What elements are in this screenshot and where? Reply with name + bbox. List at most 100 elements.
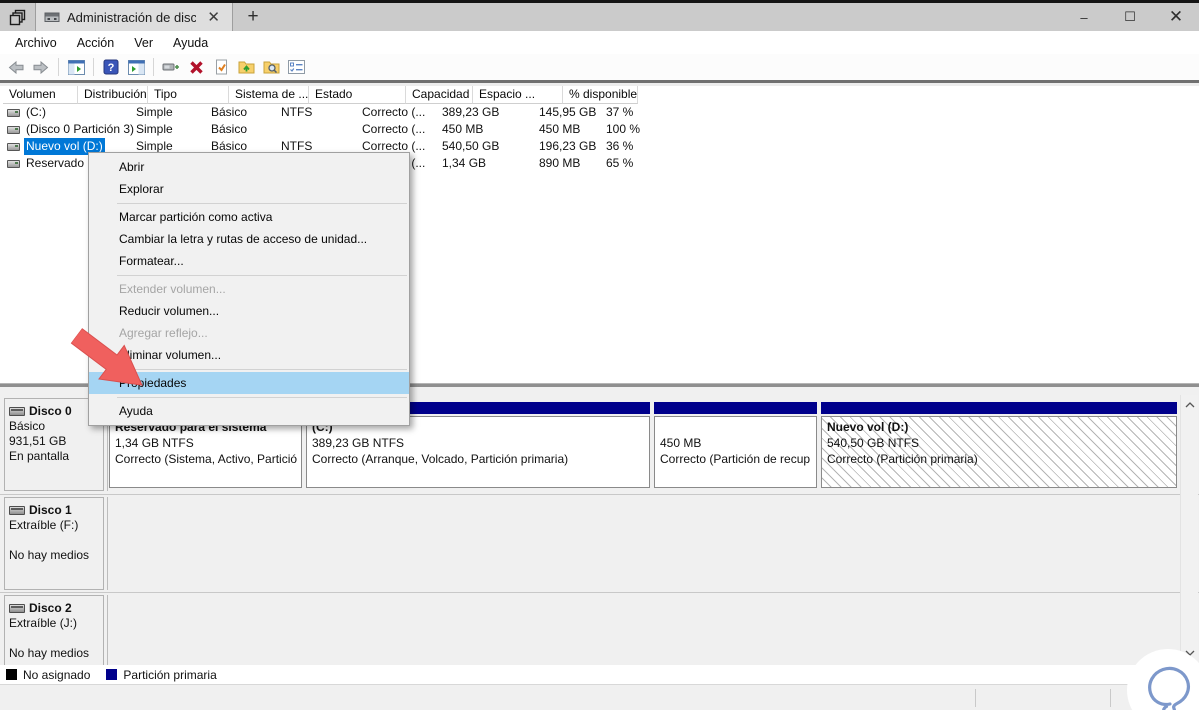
context-menu-item[interactable]: Agregar reflejo... [89,322,409,344]
partition-size: 540,50 GB NTFS [827,436,920,450]
tab-title: Administración de disc [67,9,197,25]
context-menu-item[interactable]: Formatear... [89,250,409,272]
context-menu-item[interactable] [89,200,409,206]
disk-type: Extraíble (F:) [9,518,79,532]
partition-color-bar [821,402,1177,414]
layout-cell: Simple [136,122,173,136]
partition-body: (C:) 389,23 GB NTFS Correcto (Arranque, … [306,416,650,488]
svg-text:?: ? [108,62,115,74]
column-header[interactable]: Tipo [148,86,229,104]
partition-area [107,497,1178,590]
folder-up-icon[interactable] [236,57,256,77]
partition-block[interactable]: 450 MB Correcto (Partición de recup [654,398,817,491]
vertical-scrollbar[interactable] [1180,395,1198,663]
window-controls: – ☐ ✕ [1061,3,1199,31]
free-space-cell: 890 MB [539,156,581,170]
partition-status: Correcto (Sistema, Activo, Partició [115,452,298,466]
delete-icon[interactable] [186,57,206,77]
type-cell: Básico [211,105,248,119]
partition-body: Nuevo vol (D:) 540,50 GB NTFS Correcto (… [821,416,1177,488]
disk-size: 931,51 GB [9,434,67,448]
disk-name: Disco 0 [29,404,72,418]
console-tree-icon[interactable] [66,57,86,77]
legend-swatch [106,669,118,680]
toolbar-separator [93,58,94,76]
column-header[interactable]: Espacio ... [473,86,563,104]
tab-disk-management[interactable]: Administración de disc ✕ [36,3,233,31]
close-button[interactable]: ✕ [1153,3,1199,31]
disk-header[interactable]: Disco 2 Extraíble (J:) No hay medios [4,595,104,665]
context-menu-item[interactable]: Marcar partición como activa [89,206,409,228]
new-tab-button[interactable]: + [233,3,273,31]
menu-bar-item[interactable]: Ver [124,33,163,53]
maximize-button[interactable]: ☐ [1107,3,1153,31]
partition-status: Correcto (Arranque, Volcado, Partición p… [312,452,569,466]
column-header[interactable]: % disponible [563,86,639,104]
partition-block[interactable]: Nuevo vol (D:) 540,50 GB NTFS Correcto (… [821,398,1177,491]
capacity-cell: 450 MB [442,122,484,136]
volume-name: (C:) [26,105,46,119]
disk-header[interactable]: Disco 1 Extraíble (F:) No hay medios [4,497,104,590]
filesystem-cell [275,121,356,138]
tab-groups-button[interactable] [0,3,36,31]
layout-cell: Simple [136,105,173,119]
rescan-disks-icon[interactable] [161,57,181,77]
free-space-cell: 196,23 GB [539,139,597,153]
disk-type: Extraíble (J:) [9,616,78,630]
volume-name-cell: (C:) [3,104,130,121]
partition-area [107,595,1178,665]
lightbulb-watermark-icon [1126,648,1199,710]
partition-body: 450 MB Correcto (Partición de recup [654,416,817,488]
back-icon[interactable] [6,57,26,77]
volume-drive-icon [7,159,20,168]
context-menu-item[interactable]: Explorar [89,178,409,200]
status-cell: Correcto (... [362,122,426,136]
volume-row[interactable]: (Disco 0 Partición 3) Simple Básico Corr… [3,121,1199,138]
disk-row: Disco 1 Extraíble (F:) No hay medios [0,497,1199,590]
partition-title: Nuevo vol (D:) [827,420,909,434]
percent-free-cell: 65 % [606,156,634,170]
column-header[interactable]: Sistema de ... [229,86,309,104]
legend-item: Partición primaria [106,668,217,682]
disk-size [9,631,103,646]
disk-status: No hay medios [9,548,90,562]
column-header[interactable]: Distribución [78,86,148,104]
disk-name: Disco 1 [29,503,72,517]
column-header[interactable]: Estado [309,86,406,104]
status-bar [0,684,1199,710]
forward-icon[interactable] [31,57,51,77]
volume-drive-icon [7,108,20,117]
stacked-windows-icon [9,9,26,25]
scroll-up-icon[interactable] [1181,397,1198,413]
disk-row: Disco 2 Extraíble (J:) No hay medios [0,595,1199,665]
context-menu-item[interactable]: Cambiar la letra y rutas de acceso de un… [89,228,409,250]
percent-free-cell: 100 % [606,122,641,136]
toolbar: ? [0,54,1199,80]
tab-close-icon[interactable]: ✕ [203,8,224,26]
menu-bar-item[interactable]: Acción [67,33,125,53]
context-menu-item[interactable]: Reducir volumen... [89,300,409,322]
partition-status: Correcto (Partición primaria) [827,452,978,466]
help-icon[interactable]: ? [101,57,121,77]
volume-name: (Disco 0 Partición 3) [26,122,135,136]
context-menu-item[interactable]: Ayuda [89,400,409,422]
properties-list-icon[interactable] [286,57,306,77]
context-menu-item[interactable] [89,272,409,278]
disk-icon [9,407,25,416]
volume-row[interactable]: (C:) Simple Básico NTFS Correcto (... 38… [3,104,1199,121]
context-menu-item[interactable]: Abrir [89,156,409,178]
action-pane-icon[interactable] [126,57,146,77]
column-header[interactable]: Capacidad [406,86,473,104]
menu-bar-item[interactable]: Ayuda [163,33,218,53]
folder-search-icon[interactable] [261,57,281,77]
disk-icon [9,604,25,613]
menu-bar-item[interactable]: Archivo [5,33,67,53]
check-page-icon[interactable] [211,57,231,77]
status-cell: Correcto (... [362,105,426,119]
toolbar-separator [58,58,59,76]
context-menu-item[interactable]: Extender volumen... [89,278,409,300]
minimize-button[interactable]: – [1061,3,1107,31]
tab-bar: Administración de disc ✕ + – ☐ ✕ [0,3,1199,31]
column-header[interactable]: Volumen [3,86,78,104]
volume-name-cell: (Disco 0 Partición 3) [3,121,134,138]
